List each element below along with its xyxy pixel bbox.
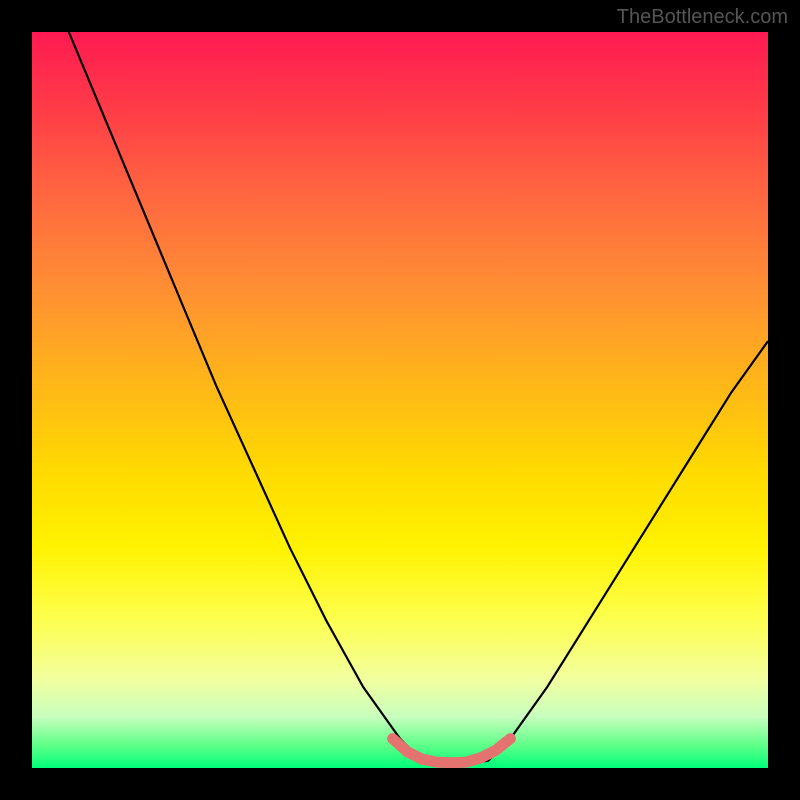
- chart-svg: [32, 32, 768, 768]
- chart-plot-area: [32, 32, 768, 768]
- flat-bottom-highlight: [393, 739, 511, 763]
- watermark-text: TheBottleneck.com: [617, 6, 788, 29]
- curve-line: [69, 32, 768, 764]
